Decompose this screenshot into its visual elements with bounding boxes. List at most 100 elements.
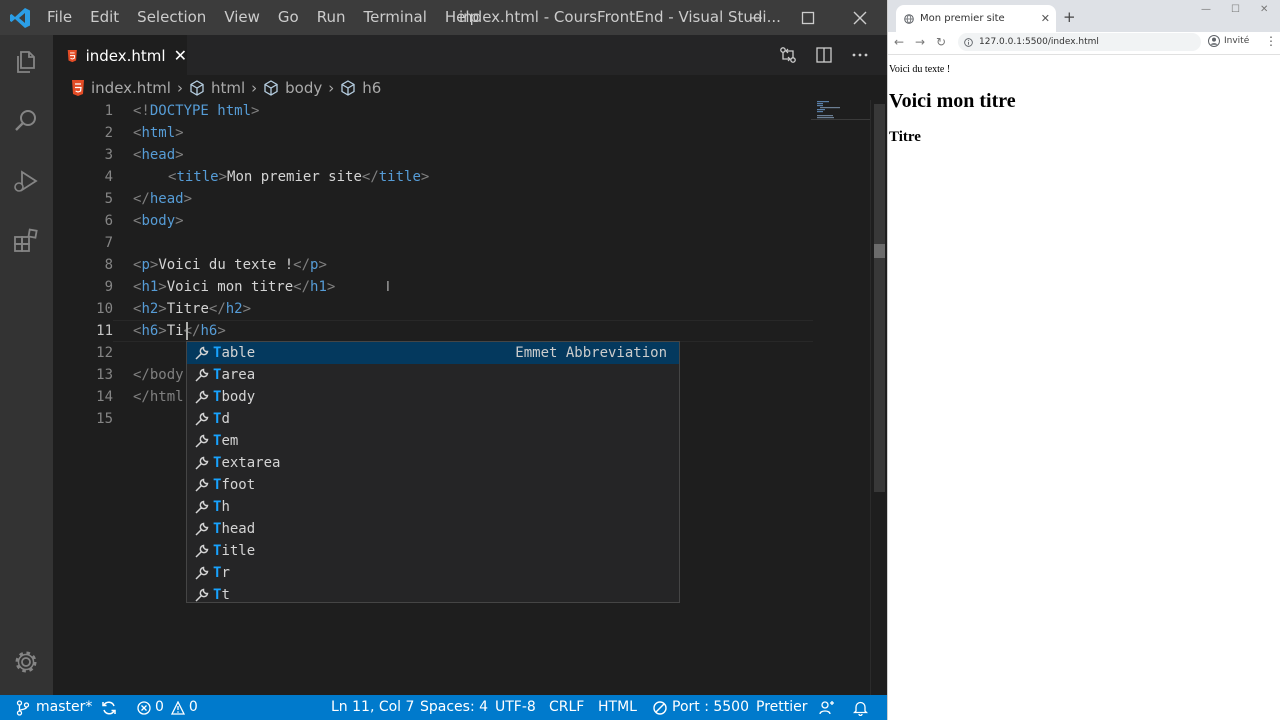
- problems-indicator[interactable]: 0 0: [137, 695, 198, 720]
- wrench-icon: [191, 430, 213, 452]
- search-icon[interactable]: [12, 107, 40, 135]
- title-bar: File Edit Selection View Go Run Terminal…: [0, 0, 887, 35]
- minimap[interactable]: [811, 100, 871, 122]
- git-branch[interactable]: master*: [16, 695, 92, 720]
- text-cursor: [186, 322, 188, 340]
- address-bar[interactable]: 127.0.0.1:5500/index.html: [958, 33, 1201, 51]
- profile-label: Invité: [1224, 36, 1250, 46]
- menu-view[interactable]: View: [215, 0, 269, 35]
- encoding[interactable]: UTF-8: [495, 695, 536, 720]
- prettier-status[interactable]: Prettier: [756, 695, 808, 720]
- maximize-icon[interactable]: ☐: [1231, 4, 1240, 15]
- new-tab-icon[interactable]: +: [1063, 8, 1076, 26]
- suggestion-label: Tbody: [213, 389, 256, 405]
- suggestion-item[interactable]: Tfoot: [187, 474, 679, 496]
- wrench-icon: [191, 474, 213, 496]
- line-number: 15: [96, 411, 113, 427]
- minimize-button[interactable]: [733, 0, 779, 35]
- breadcrumb-file[interactable]: index.html: [71, 79, 171, 97]
- forward-icon[interactable]: →: [913, 35, 927, 49]
- vertical-scrollbar[interactable]: [870, 100, 887, 695]
- breadcrumb-html[interactable]: html: [189, 79, 245, 97]
- breadcrumb-body[interactable]: body: [263, 79, 322, 97]
- sync-button[interactable]: [101, 695, 117, 720]
- live-server-port[interactable]: Port : 5500: [653, 695, 749, 720]
- open-changes-icon[interactable]: [779, 46, 797, 64]
- suggestion-item-selected[interactable]: Table Emmet Abbreviation: [187, 342, 679, 364]
- line-number: 5: [104, 191, 113, 207]
- close-window-button[interactable]: [837, 0, 883, 35]
- code-line: <p>Voici du texte !</p>: [133, 257, 327, 273]
- suggestion-label: Table: [213, 345, 256, 361]
- code-line: </html: [133, 389, 184, 405]
- notifications-button[interactable]: [853, 695, 868, 720]
- vscode-window: File Edit Selection View Go Run Terminal…: [0, 0, 887, 720]
- wrench-icon: [191, 386, 213, 408]
- line-number: 3: [104, 147, 113, 163]
- breadcrumb: index.html › html › body › h6: [53, 75, 887, 100]
- settings-gear-icon[interactable]: [12, 648, 40, 676]
- error-count: 0: [155, 699, 164, 715]
- back-icon[interactable]: ←: [892, 35, 906, 49]
- url-text: 127.0.0.1:5500/index.html: [979, 37, 1099, 47]
- page-paragraph: Voici du texte !: [889, 64, 951, 75]
- menu-selection[interactable]: Selection: [128, 0, 215, 35]
- menu-file[interactable]: File: [38, 0, 81, 35]
- tab-close-icon[interactable]: ✕: [1041, 12, 1050, 25]
- wrench-icon: [191, 452, 213, 474]
- indentation[interactable]: Spaces: 4: [420, 695, 488, 720]
- menu-terminal[interactable]: Terminal: [355, 0, 436, 35]
- suggestion-item[interactable]: Tt: [187, 584, 679, 606]
- tab-index-html[interactable]: index.html ✕: [53, 35, 187, 75]
- menu-edit[interactable]: Edit: [81, 0, 128, 35]
- html5-file-icon: [67, 49, 77, 62]
- element-symbol-icon: [190, 79, 204, 96]
- suggestion-item[interactable]: Title: [187, 540, 679, 562]
- suggestion-item[interactable]: Textarea: [187, 452, 679, 474]
- line-number: 14: [96, 389, 113, 405]
- feedback-button[interactable]: [819, 695, 835, 720]
- code-line: <title>Mon premier site</title>: [168, 169, 430, 185]
- bell-icon: [853, 701, 868, 716]
- maximize-button[interactable]: [785, 0, 831, 35]
- suggestion-item[interactable]: Tem: [187, 430, 679, 452]
- menu-go[interactable]: Go: [269, 0, 308, 35]
- breadcrumb-h6[interactable]: h6: [340, 79, 381, 97]
- editor-actions: [779, 35, 869, 75]
- explorer-icon[interactable]: [12, 48, 40, 76]
- extensions-icon[interactable]: [12, 227, 40, 255]
- browser-tab[interactable]: Mon premier site ✕: [896, 5, 1056, 32]
- wrench-icon: [191, 540, 213, 562]
- suggestion-item[interactable]: Th: [187, 496, 679, 518]
- line-number: 1: [104, 103, 113, 119]
- end-of-line[interactable]: CRLF: [549, 695, 584, 720]
- reload-icon[interactable]: ↻: [934, 35, 948, 49]
- tab-close-icon[interactable]: ✕: [174, 46, 187, 65]
- line-number: 9: [104, 279, 113, 295]
- branch-label: master*: [36, 699, 93, 715]
- run-debug-icon[interactable]: [12, 167, 40, 195]
- browser-window: Mon premier site ✕ + — ☐ ✕ ← → ↻ 127.0.0…: [887, 0, 1280, 720]
- error-icon: [137, 700, 151, 715]
- suggestion-item[interactable]: Td: [187, 408, 679, 430]
- git-branch-icon: [16, 699, 30, 716]
- close-icon: [853, 11, 867, 24]
- menu-run[interactable]: Run: [308, 0, 355, 35]
- close-icon[interactable]: ✕: [1260, 4, 1268, 15]
- suggestion-detail: Emmet Abbreviation: [515, 345, 667, 361]
- browser-menu-icon[interactable]: ⋮: [1265, 34, 1277, 48]
- minimize-icon: [750, 16, 762, 19]
- suggestion-item[interactable]: Tbody: [187, 386, 679, 408]
- cursor-position[interactable]: Ln 11, Col 7: [331, 695, 414, 720]
- minimize-icon[interactable]: —: [1201, 4, 1211, 15]
- suggestion-item[interactable]: Thead: [187, 518, 679, 540]
- profile-button[interactable]: Invité: [1208, 35, 1249, 47]
- split-editor-icon[interactable]: [815, 46, 833, 64]
- code-line-current: <h6>Ti</h6>: [133, 323, 226, 339]
- line-number: 13: [96, 367, 113, 383]
- suggestion-item[interactable]: Tarea: [187, 364, 679, 386]
- suggestion-item[interactable]: Tr: [187, 562, 679, 584]
- more-actions-icon[interactable]: [851, 46, 869, 64]
- scrollbar-thumb[interactable]: [874, 104, 885, 492]
- language-mode[interactable]: HTML: [598, 695, 637, 720]
